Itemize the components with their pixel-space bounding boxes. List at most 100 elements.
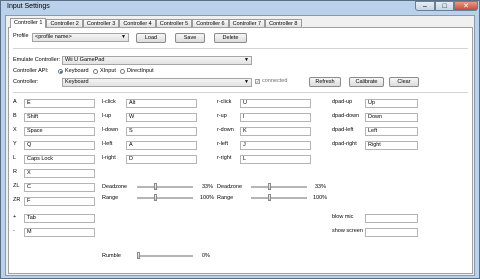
left-range-slider[interactable] — [137, 197, 193, 199]
controller-select[interactable]: Keyboard ▼ — [62, 78, 252, 87]
mapping-label-plus: + — [13, 214, 17, 220]
calibrate-button[interactable]: Calibrate — [349, 77, 384, 87]
left-range-label: Range — [102, 195, 119, 201]
mapping-field-l-click[interactable]: Alt — [126, 99, 197, 108]
left-deadzone-label: Deadzone — [102, 184, 128, 190]
left-deadzone-slider[interactable] — [137, 186, 193, 188]
mapping-label-show-screen: show screen — [332, 228, 363, 234]
mapping-label-r-down: r-down — [217, 127, 234, 133]
mapping-field-minus[interactable]: M — [24, 228, 95, 237]
right-range-label: Range — [217, 195, 234, 201]
mapping-label-y: Y — [13, 141, 17, 147]
separator — [13, 92, 468, 93]
mapping-label-a: A — [13, 99, 17, 105]
mapping-label-l-click: l-click — [102, 99, 116, 105]
mapping-field-dpad-left[interactable]: Left — [365, 127, 418, 136]
mapping-label-l: L — [13, 155, 17, 161]
left-deadzone-value: 33% — [202, 184, 214, 190]
right-range-slider[interactable] — [251, 197, 307, 199]
tab-controller-1[interactable]: Controller 1 — [10, 18, 47, 28]
controller-select-value: Keyboard — [65, 79, 89, 85]
left-deadzone-thumb[interactable] — [154, 183, 157, 190]
minimize-icon[interactable]: – — [415, 1, 435, 11]
mapping-field-zr[interactable]: F — [24, 197, 95, 206]
refresh-button[interactable]: Refresh — [309, 77, 341, 87]
mapping-field-r[interactable]: X — [24, 169, 95, 178]
right-deadzone-label: Deadzone — [217, 184, 243, 190]
chevron-down-icon: ▼ — [244, 57, 249, 63]
mapping-label-x: X — [13, 127, 17, 133]
right-range-value: 100% — [313, 195, 328, 201]
mapping-label-r-left: r-left — [217, 141, 228, 147]
rumble-slider[interactable] — [137, 255, 193, 257]
mapping-field-r-right[interactable]: L — [240, 155, 311, 164]
emulate-controller-select[interactable]: Wii U GamePad ▼ — [62, 56, 252, 65]
right-deadzone-thumb[interactable] — [268, 183, 271, 190]
radio-directinput-label: DirectInput — [127, 68, 154, 74]
mapping-field-l-down[interactable]: S — [126, 127, 197, 136]
right-deadzone-value: 33% — [315, 184, 327, 190]
mapping-label-l-left: l-left — [102, 141, 113, 147]
right-deadzone-slider[interactable] — [251, 186, 307, 188]
mapping-field-dpad-up[interactable]: Up — [365, 99, 418, 108]
mapping-field-l-up[interactable]: W — [126, 113, 197, 122]
mapping-label-l-right: l-right — [102, 155, 116, 161]
chevron-down-icon: ▼ — [244, 79, 249, 85]
chevron-down-icon: ▼ — [121, 34, 126, 40]
mapping-field-r-click[interactable]: U — [240, 99, 311, 108]
radio-xinput[interactable] — [93, 69, 98, 74]
mapping-label-dpad-up: dpad-up — [332, 99, 353, 105]
mapping-label-r-click: r-click — [217, 99, 232, 105]
left-range-value: 100% — [200, 195, 215, 201]
mapping-field-dpad-down[interactable]: Down — [365, 113, 418, 122]
emulate-controller-value: Wii U GamePad — [65, 57, 105, 63]
clear-button[interactable]: Clear — [389, 77, 419, 87]
mapping-field-dpad-right[interactable]: Right — [365, 141, 418, 150]
emulate-controller-label: Emulate Controller: — [13, 57, 61, 63]
input-settings-window: Input Settings – □ ✕ Controller 1 Contro… — [0, 0, 480, 279]
maximize-icon[interactable]: □ — [435, 1, 454, 11]
mapping-field-r-down[interactable]: K — [240, 127, 311, 136]
mapping-label-dpad-down: dpad-down — [332, 113, 360, 119]
mapping-label-dpad-right: dpad-right — [332, 141, 357, 147]
profile-label: Profile — [13, 33, 29, 39]
mapping-field-a[interactable]: E — [24, 99, 95, 108]
mapping-field-y[interactable]: Q — [24, 141, 95, 150]
load-button[interactable]: Load — [136, 33, 166, 43]
client-area: Controller 1 Controller 2 Controller 3 C… — [5, 15, 475, 276]
controller-label: Controller: — [13, 79, 39, 85]
mapping-field-r-left[interactable]: J — [240, 141, 311, 150]
left-range-thumb[interactable] — [154, 194, 157, 201]
save-button[interactable]: Save — [175, 33, 205, 43]
mapping-label-zl: ZL — [13, 183, 20, 189]
rumble-value: 0% — [202, 253, 210, 259]
close-icon[interactable]: ✕ — [454, 1, 478, 11]
right-range-thumb[interactable] — [268, 194, 271, 201]
mapping-field-l-right[interactable]: D — [126, 155, 197, 164]
radio-keyboard[interactable] — [58, 69, 63, 74]
mapping-label-b: B — [13, 113, 17, 119]
mapping-field-plus[interactable]: Tab — [24, 214, 95, 223]
mapping-label-r: R — [13, 169, 17, 175]
mapping-field-l-left[interactable]: A — [126, 141, 197, 150]
mapping-field-b[interactable]: Shift — [24, 113, 95, 122]
connected-checkbox: ✓ — [255, 79, 260, 84]
title-bar[interactable]: Input Settings – □ ✕ — [1, 1, 479, 13]
radio-directinput[interactable] — [120, 69, 125, 74]
mapping-label-dpad-left: dpad-left — [332, 127, 354, 133]
profile-select-value: <profile name> — [35, 34, 72, 40]
radio-keyboard-label: Keyboard — [65, 68, 89, 74]
profile-select[interactable]: <profile name> ▼ — [32, 33, 129, 42]
mapping-field-r-up[interactable]: I — [240, 113, 311, 122]
delete-button[interactable]: Delete — [214, 33, 247, 43]
rumble-thumb[interactable] — [137, 252, 140, 259]
mapping-label-minus: - — [13, 228, 15, 234]
mapping-field-show-screen[interactable] — [365, 228, 418, 237]
mapping-field-x[interactable]: Space — [24, 127, 95, 136]
mapping-label-blow-mic: blow mic — [332, 214, 354, 220]
mapping-field-l[interactable]: Caps Lock — [24, 155, 95, 164]
mapping-label-zr: ZR — [13, 197, 21, 203]
mapping-field-zl[interactable]: C — [24, 183, 95, 192]
connected-label: connected — [262, 78, 288, 84]
mapping-field-blow-mic[interactable] — [365, 214, 418, 223]
